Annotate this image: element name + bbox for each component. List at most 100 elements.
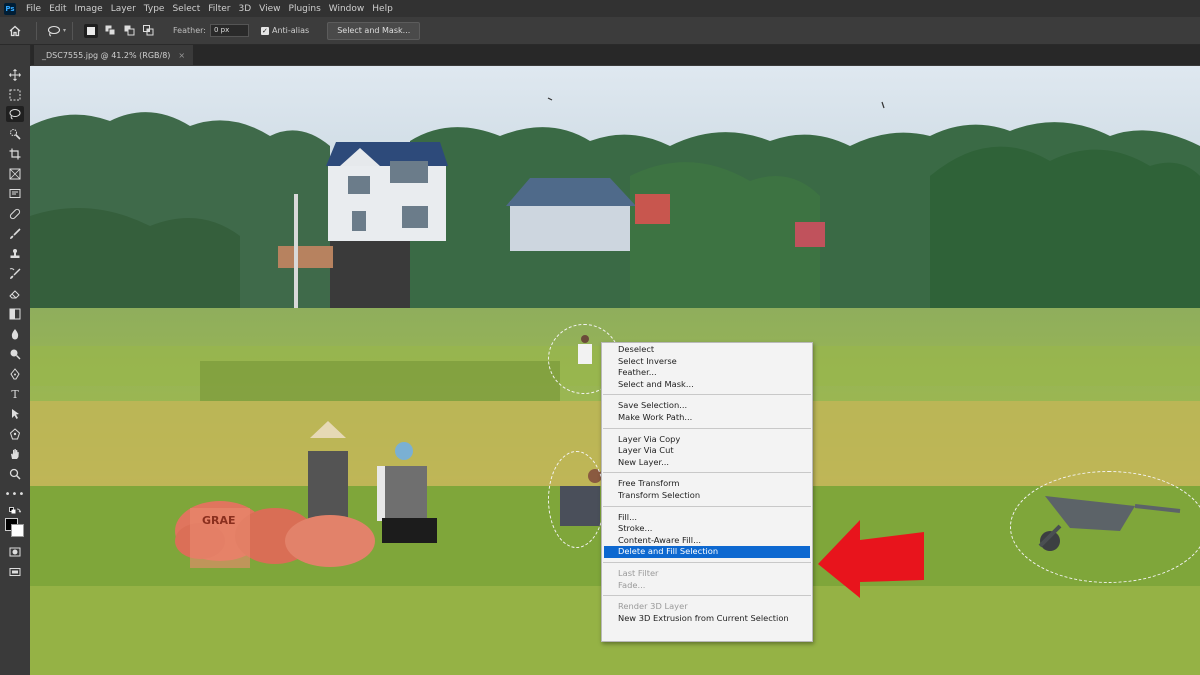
menu-type[interactable]: Type <box>140 4 169 14</box>
menu-view[interactable]: View <box>255 4 284 14</box>
shape-tool[interactable] <box>6 426 24 442</box>
antialias-toggle[interactable]: ✓ Anti-alias <box>260 26 309 35</box>
menu-window[interactable]: Window <box>325 4 369 14</box>
marquee-tool[interactable] <box>6 87 24 103</box>
context-menu-item-new-3d-extrusion-from-current-selection[interactable]: New 3D Extrusion from Current Selection <box>602 613 812 625</box>
frame-icon <box>9 168 21 180</box>
menu-plugins[interactable]: Plugins <box>285 4 325 14</box>
blur-tool[interactable] <box>6 326 24 342</box>
zoom-icon <box>9 468 21 480</box>
menu-filter[interactable]: Filter <box>204 4 234 14</box>
context-menu-item-layer-via-copy[interactable]: Layer Via Copy <box>602 434 812 446</box>
clone-stamp-icon <box>10 249 20 258</box>
options-divider <box>72 21 74 40</box>
menu-layer[interactable]: Layer <box>107 4 140 14</box>
context-menu-item-save-selection[interactable]: Save Selection... <box>602 400 812 412</box>
path-selection-tool[interactable] <box>6 406 24 422</box>
home-button[interactable] <box>0 17 30 44</box>
move-icon <box>9 69 21 81</box>
menu-separator <box>603 472 811 474</box>
menu-help[interactable]: Help <box>368 4 397 14</box>
history-brush-tool[interactable] <box>6 266 24 282</box>
move-tool[interactable] <box>6 67 24 83</box>
menu-3d[interactable]: 3D <box>235 4 256 14</box>
menu-separator <box>603 427 811 429</box>
lasso-icon <box>47 25 61 37</box>
sack-label: GRAE <box>202 514 236 527</box>
home-icon <box>9 25 21 36</box>
eyedropper-icon <box>9 189 21 198</box>
context-menu-item-last-filter: Last Filter <box>618 567 659 578</box>
pen-tool[interactable] <box>6 366 24 382</box>
context-menu-item-select-inverse[interactable]: Select Inverse <box>602 356 812 368</box>
gradient-tool[interactable] <box>6 306 24 322</box>
rectangle-icon <box>9 428 21 440</box>
feather-input[interactable]: 0 px <box>209 24 249 37</box>
background-color-swatch[interactable] <box>11 524 24 537</box>
feather-label: Feather: <box>173 26 206 35</box>
add-selection-icon <box>105 25 116 36</box>
context-menu-item-fill[interactable]: Fill... <box>602 512 812 524</box>
context-menu-item-transform-selection[interactable]: Transform Selection <box>602 490 812 502</box>
zoom-tool[interactable] <box>6 466 24 482</box>
lasso-icon <box>9 109 21 120</box>
edit-toolbar-button[interactable]: ••• <box>5 486 25 502</box>
menu-separator <box>603 595 811 597</box>
context-menu-item-render-3d-layer: Render 3D Layer <box>618 601 688 612</box>
context-menu: Deselect Select Inverse Feather... Select a… <box>601 342 813 642</box>
menu-image[interactable]: Image <box>71 4 107 14</box>
brush-icon <box>10 228 21 239</box>
healing-brush-tool[interactable] <box>6 206 24 222</box>
document-tab[interactable]: _DSC7555.jpg @ 41.2% (RGB/8) × <box>34 45 194 65</box>
color-swatches[interactable] <box>3 516 27 540</box>
close-icon[interactable]: × <box>178 51 185 60</box>
intersect-selection-icon <box>142 25 154 36</box>
quick-selection-icon <box>10 129 21 140</box>
context-menu-item-new-layer[interactable]: New Layer... <box>602 457 812 469</box>
menu-separator <box>603 561 811 563</box>
options-divider <box>36 21 37 40</box>
type-tool[interactable]: T <box>6 386 24 402</box>
chevron-down-icon: ▾ <box>63 27 67 34</box>
menu-select[interactable]: Select <box>168 4 204 14</box>
context-menu-item-feather[interactable]: Feather... <box>602 367 812 379</box>
pen-icon <box>10 368 20 380</box>
menu-separator <box>603 505 811 507</box>
menu-edit[interactable]: Edit <box>45 4 70 14</box>
dodge-tool[interactable] <box>6 346 24 362</box>
check-icon[interactable]: ✓ <box>260 26 269 35</box>
brush-tool[interactable] <box>6 226 24 242</box>
add-to-selection-button[interactable] <box>103 24 117 38</box>
select-and-mask-button[interactable]: Select and Mask... <box>327 21 421 40</box>
context-menu-item-fade: Fade... <box>618 579 646 590</box>
clone-stamp-tool[interactable] <box>6 246 24 262</box>
context-menu-item-free-transform[interactable]: Free Transform <box>602 478 812 490</box>
context-menu-item-delete-and-fill-selection[interactable]: Delete and Fill Selection <box>604 546 810 558</box>
quick-selection-tool[interactable] <box>6 126 24 142</box>
menu-bar: Ps File Edit Image Layer Type Select Fil… <box>0 0 1200 17</box>
context-menu-item-layer-via-cut[interactable]: Layer Via Cut <box>602 445 812 457</box>
healing-brush-icon <box>9 208 21 220</box>
context-menu-item-content-aware-fill[interactable]: Content-Aware Fill... <box>602 535 812 547</box>
screen-mode-button[interactable] <box>6 564 24 580</box>
context-menu-item-select-and-mask[interactable]: Select and Mask... <box>602 379 812 391</box>
eraser-tool[interactable] <box>6 286 24 302</box>
gradient-icon <box>9 308 21 320</box>
new-selection-button[interactable] <box>84 23 99 38</box>
frame-tool[interactable] <box>6 166 24 182</box>
subtract-from-selection-button[interactable] <box>122 24 136 38</box>
tool-preset-picker[interactable]: ▾ <box>47 25 66 37</box>
marquee-icon <box>9 89 21 101</box>
crop-tool[interactable] <box>6 146 24 162</box>
menu-file[interactable]: File <box>22 4 45 14</box>
eyedropper-tool[interactable] <box>6 186 24 202</box>
intersect-selection-button[interactable] <box>141 24 155 38</box>
context-menu-item-stroke[interactable]: Stroke... <box>602 523 812 535</box>
hand-tool[interactable] <box>6 446 24 462</box>
tools-panel: T ••• <box>0 45 31 675</box>
context-menu-item-make-work-path[interactable]: Make Work Path... <box>602 412 812 424</box>
lasso-tool[interactable] <box>6 106 24 122</box>
quick-mask-button[interactable] <box>6 544 24 560</box>
context-menu-item-deselect[interactable]: Deselect <box>602 344 812 356</box>
path-selection-icon <box>12 409 19 419</box>
